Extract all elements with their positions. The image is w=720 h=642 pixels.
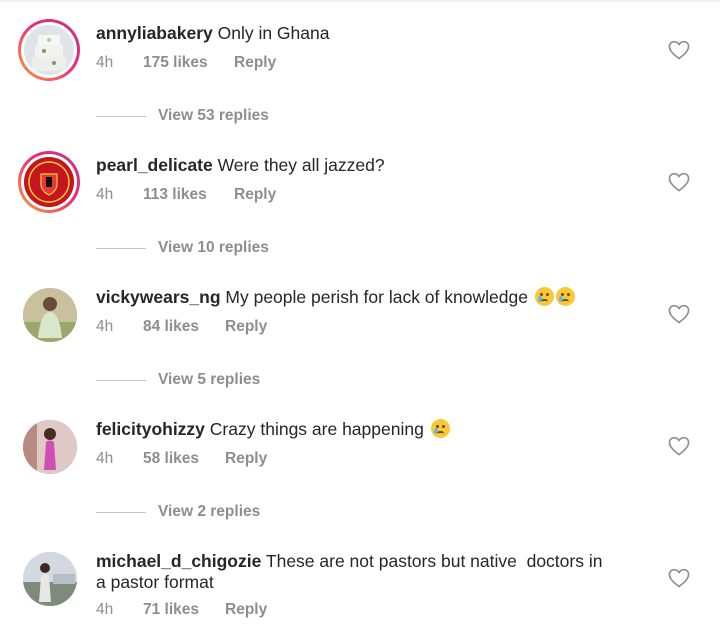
reply-button[interactable]: Reply — [234, 54, 276, 72]
comment-likes[interactable]: 175 likes — [143, 54, 234, 72]
comment-text: felicityohizzy Crazy things are happenin… — [96, 419, 616, 440]
view-replies-button[interactable]: View 10 replies — [96, 239, 269, 257]
view-replies-label[interactable]: View 53 replies — [158, 107, 269, 125]
manutd-crest-icon — [24, 157, 74, 207]
person-photo-icon — [23, 552, 77, 606]
avatar[interactable] — [18, 19, 80, 81]
top-divider — [0, 0, 720, 2]
comment-time: 4h — [96, 54, 114, 71]
reply-button[interactable]: Reply — [225, 318, 267, 336]
replies-divider — [96, 247, 146, 249]
comment-meta: 4h 71 likes Reply — [96, 601, 267, 619]
view-replies-label[interactable]: View 5 replies — [158, 371, 260, 389]
crying-face-emoji-icon — [430, 419, 450, 438]
person-photo-icon — [23, 420, 77, 474]
comment-meta: 4h 84 likes Reply — [96, 318, 267, 336]
replies-divider — [96, 115, 146, 117]
comment-likes[interactable]: 113 likes — [143, 186, 234, 204]
avatar[interactable] — [23, 552, 77, 606]
heart-outline-icon[interactable] — [668, 172, 690, 192]
reply-button[interactable]: Reply — [225, 450, 267, 468]
comment-likes[interactable]: 84 likes — [143, 318, 225, 336]
view-replies-button[interactable]: View 53 replies — [96, 107, 269, 125]
comment-username[interactable]: michael_d_chigozie — [96, 551, 261, 571]
crying-face-emoji-icon — [534, 287, 554, 306]
comment-likes[interactable]: 71 likes — [143, 601, 225, 619]
comment-body: My people perish for lack of knowledge — [225, 287, 528, 307]
cake-photo-icon — [24, 25, 74, 75]
comment-meta: 4h 175 likes Reply — [96, 54, 276, 72]
reply-button[interactable]: Reply — [234, 186, 276, 204]
comment-text: michael_d_chigozie These are not pastors… — [96, 551, 616, 593]
person-photo-icon — [23, 288, 77, 342]
view-replies-button[interactable]: View 2 replies — [96, 503, 260, 521]
view-replies-button[interactable]: View 5 replies — [96, 371, 260, 389]
comment-time: 4h — [96, 450, 114, 467]
replies-divider — [96, 379, 146, 381]
comment-likes[interactable]: 58 likes — [143, 450, 225, 468]
comment-username[interactable]: felicityohizzy — [96, 419, 205, 439]
avatar[interactable] — [23, 420, 77, 474]
comment-username[interactable]: vickywears_ng — [96, 287, 221, 307]
comment-text: annyliabakery Only in Ghana — [96, 23, 616, 44]
comment-meta: 4h 113 likes Reply — [96, 186, 276, 204]
reply-button[interactable]: Reply — [225, 601, 267, 619]
avatar[interactable] — [23, 288, 77, 342]
replies-divider — [96, 511, 146, 513]
crying-face-emoji-icon — [555, 287, 575, 306]
comment-text: vickywears_ng My people perish for lack … — [96, 287, 616, 308]
heart-outline-icon[interactable] — [668, 436, 690, 456]
comment-username[interactable]: pearl_delicate — [96, 155, 213, 175]
heart-outline-icon[interactable] — [668, 304, 690, 324]
comment-body: Only in Ghana — [217, 23, 330, 43]
heart-outline-icon[interactable] — [668, 40, 690, 60]
comment-text: pearl_delicate Were they all jazzed? — [96, 155, 616, 176]
comment-time: 4h — [96, 186, 114, 203]
view-replies-label[interactable]: View 10 replies — [158, 239, 269, 257]
view-replies-label[interactable]: View 2 replies — [158, 503, 260, 521]
comment-time: 4h — [96, 601, 114, 618]
comment-body: Crazy things are happening — [209, 419, 424, 439]
comment-time: 4h — [96, 318, 114, 335]
heart-outline-icon[interactable] — [668, 568, 690, 588]
avatar[interactable] — [18, 151, 80, 213]
comment-username[interactable]: annyliabakery — [96, 23, 213, 43]
comment-meta: 4h 58 likes Reply — [96, 450, 267, 468]
comment-body: Were they all jazzed? — [217, 155, 385, 175]
